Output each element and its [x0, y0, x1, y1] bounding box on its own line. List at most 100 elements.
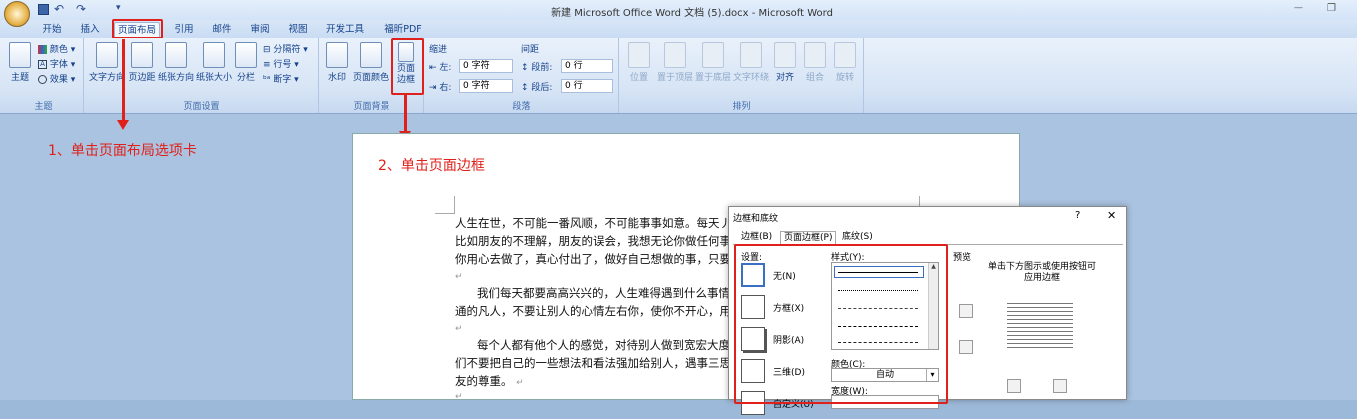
breaks-button[interactable]: ⊟ 分隔符 ▾: [263, 42, 308, 55]
paragraph-1-line-3: 你用心去做了，真心付出了，做好自己想做的事，只要: [455, 252, 731, 266]
position-label: 位置: [629, 73, 648, 83]
text-direction-label: 文字方向: [88, 73, 125, 83]
preview-page[interactable]: [1003, 297, 1077, 359]
tab-mailings[interactable]: 邮件: [206, 22, 238, 37]
tab-shading[interactable]: 底纹(S): [839, 231, 876, 245]
annotation-arrow-1-shaft: [122, 39, 125, 121]
ribbon: 主题 颜色 ▾ A 字体 ▾ 效果 ▾ 主题 文字方向 页边距 纸张方向 纸张大…: [0, 38, 1357, 114]
preview-left-border-button[interactable]: [1007, 379, 1021, 393]
spacing-heading: 间距: [521, 45, 540, 55]
bring-front-label: 置于顶层: [656, 73, 693, 83]
spacing-after-label: ↕ 段后:: [521, 83, 553, 93]
tab-view[interactable]: 视图: [282, 22, 314, 37]
preview-top-border-button[interactable]: [959, 304, 973, 318]
watermark-icon: [326, 42, 348, 68]
wrap-text-label: 文字环绕: [732, 73, 769, 83]
hyphenation-button[interactable]: ᵇᵃ 断字 ▾: [263, 72, 299, 85]
preview-hint: 单击下方图示或使用按钮可 应用边框: [977, 262, 1107, 284]
tab-borders[interactable]: 边框(B): [738, 231, 775, 245]
themes-icon: [9, 42, 31, 68]
annotation-arrow-1-head: [117, 120, 129, 130]
theme-effects-label: 效果: [49, 75, 68, 85]
theme-fonts-button[interactable]: A 字体 ▾: [38, 57, 75, 70]
size-label: 纸张大小: [195, 73, 232, 83]
tab-insert[interactable]: 插入: [74, 22, 106, 37]
bring-front-button[interactable]: 置于顶层: [656, 42, 694, 83]
preview-bottom-border-button[interactable]: [959, 340, 973, 354]
office-button[interactable]: [4, 1, 30, 27]
group-objects-button[interactable]: 组合: [800, 42, 830, 83]
group-label-themes: 主题: [34, 102, 53, 112]
ribbon-tab-bar: 开始 插入 页面布局 引用 邮件 审阅 视图 开发工具 福昕PDF: [0, 20, 1357, 38]
theme-fonts-label: 字体: [49, 60, 68, 70]
theme-colors-label: 颜色: [49, 45, 68, 55]
margins-label: 页边距: [128, 73, 156, 83]
indent-right-input[interactable]: 0 字符: [459, 79, 513, 93]
wrap-text-button[interactable]: 文字环绕: [732, 42, 770, 83]
theme-colors-button[interactable]: 颜色 ▾: [38, 42, 75, 55]
watermark-button[interactable]: 水印: [322, 42, 352, 83]
columns-label: 分栏: [236, 73, 255, 83]
position-button[interactable]: 位置: [622, 42, 656, 83]
tab-home[interactable]: 开始: [36, 22, 68, 37]
group-label-page-setup: 页面设置: [183, 102, 220, 112]
themes-button[interactable]: 主题: [6, 42, 34, 83]
group-objects-icon: [804, 42, 826, 68]
preview-hint-line-2: 应用边框: [1023, 273, 1060, 283]
line-numbers-button[interactable]: ≡ 行号 ▾: [263, 57, 299, 70]
font-a-icon: A: [38, 60, 47, 69]
margins-button[interactable]: 页边距: [127, 42, 157, 83]
orientation-icon: [165, 42, 187, 68]
page-color-icon: [360, 42, 382, 68]
breaks-label: 分隔符: [273, 45, 301, 55]
indent-right-label: ⇥ 右:: [429, 83, 452, 93]
page-corner-mark: [435, 196, 455, 214]
paragraph-3-line-3-text: 友的尊重。: [455, 374, 513, 388]
spacing-after-input[interactable]: 0 行: [561, 79, 613, 93]
rotate-label: 旋转: [835, 73, 854, 83]
tab-review[interactable]: 审阅: [244, 22, 276, 37]
paragraph-3-line-2: 们不要把自己的一些想法和看法强加给别人，遇事三思: [455, 356, 731, 370]
text-direction-button[interactable]: 文字方向: [87, 42, 127, 83]
title-bar: ↶ ↷ ▾ 新建 Microsoft Office Word 文档 (5).do…: [0, 0, 1357, 27]
paragraph-3-line-3: 友的尊重。 ↵: [455, 372, 524, 392]
tab-foxit-pdf[interactable]: 福昕PDF: [378, 22, 428, 37]
tab-page-border[interactable]: 页面边框(P): [780, 231, 837, 245]
return-mark: ↵: [516, 378, 524, 388]
tab-developer[interactable]: 开发工具: [322, 22, 368, 37]
highlight-page-borders-button: [391, 38, 424, 95]
restore-button[interactable]: ❐: [1327, 3, 1336, 14]
send-back-label: 置于底层: [694, 73, 731, 83]
orientation-button[interactable]: 纸张方向: [157, 42, 195, 83]
preview-right-border-button[interactable]: [1053, 379, 1067, 393]
columns-icon: [235, 42, 257, 68]
minimize-button[interactable]: —: [1294, 3, 1303, 13]
line-numbers-label: 行号: [273, 60, 292, 70]
theme-effects-button[interactable]: 效果 ▾: [38, 72, 75, 85]
hyphenation-label: 断字: [273, 75, 292, 85]
page-color-button[interactable]: 页面颜色: [352, 42, 390, 83]
highlight-settings-area: [734, 244, 948, 404]
orientation-label: 纸张方向: [157, 73, 194, 83]
align-button[interactable]: 对齐: [770, 42, 800, 83]
close-button[interactable]: ✕: [1107, 209, 1116, 222]
send-back-button[interactable]: 置于底层: [694, 42, 732, 83]
position-icon: [628, 42, 650, 68]
columns-button[interactable]: 分栏: [233, 42, 259, 83]
spacing-before-input[interactable]: 0 行: [561, 59, 613, 73]
themes-button-label: 主题: [10, 73, 29, 83]
paragraph-1-line-1: 人生在世，不可能一番风顺，不可能事事如意。每天丿: [455, 216, 731, 230]
help-button[interactable]: ?: [1075, 210, 1080, 221]
preview-hint-line-1: 单击下方图示或使用按钮可: [987, 262, 1096, 272]
annotation-step-2: 2、单击页面边框: [378, 158, 485, 174]
rotate-button[interactable]: 旋转: [830, 42, 860, 83]
paper-size-icon: [203, 42, 225, 68]
effects-icon: [38, 75, 47, 84]
tab-references[interactable]: 引用: [168, 22, 200, 37]
group-paragraph: 缩进 间距 ⇤ 左: 0 字符 ⇥ 右: 0 字符 ↕ 段前: 0 行 ↕ 段后…: [425, 38, 619, 113]
indent-left-input[interactable]: 0 字符: [459, 59, 513, 73]
spacing-after-text: 段后:: [531, 83, 553, 93]
size-button[interactable]: 纸张大小: [195, 42, 233, 83]
preview-label: 预览: [953, 253, 972, 263]
spacing-before-label: ↕ 段前:: [521, 63, 553, 73]
